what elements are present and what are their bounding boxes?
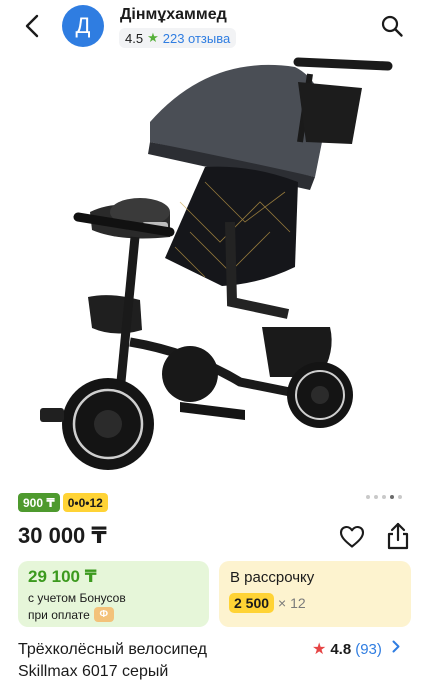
bonus-coin-icon: Ф [93,607,114,622]
bonus-price: 29 100 ₸ [28,567,97,586]
star-icon: ★ [147,30,159,45]
product-price: 30 000 ₸ [18,523,107,548]
bonus-price-card[interactable]: 29 100 ₸ с учетом Бонусов при оплате Ф [18,561,209,627]
gallery-dot[interactable] [374,495,378,499]
product-rating-link[interactable]: ★ 4.8 (93) [312,639,400,659]
favorite-button[interactable] [338,523,366,551]
installment-card[interactable]: В рассрочку 2 500 × 12 [219,561,411,627]
gallery-dot[interactable] [366,495,370,499]
search-icon [381,15,403,37]
installment-amount: 2 500 [229,593,275,613]
heart-icon [339,525,365,548]
seller-name[interactable]: Дінмұхаммед [120,6,227,24]
search-button[interactable] [378,12,406,40]
product-title-line2: Skillmax 6017 серый [18,663,169,680]
monthly-payment-badge: 900 ₸ [18,493,60,512]
star-icon: ★ [312,641,327,658]
seller-header: Д Дінмұхаммед 4.5 ★ 223 отзыва [0,0,430,52]
product-title: Трёхколёсный велосипед Skillmax 6017 сер… [18,639,298,683]
installment-badges: 900 ₸ 0•0•12 [18,493,108,512]
bonus-caption-2: при оплате Ф [28,607,114,622]
back-button[interactable] [18,12,46,40]
chevron-left-icon [25,14,39,38]
product-title-line1: Трёхколёсный велосипед [18,641,207,658]
chevron-right-icon [392,640,400,658]
installment-values: 2 500 × 12 [229,593,306,613]
gallery-dot[interactable] [398,495,402,499]
bonus-caption: с учетом Бонусов [28,591,126,605]
seller-reviews-link[interactable]: 223 отзыва [163,31,231,46]
product-image[interactable] [0,52,430,482]
installment-times: × 12 [278,595,306,611]
seller-rating-chip[interactable]: 4.5 ★ 223 отзыва [119,28,237,48]
product-rating-count: (93) [355,640,382,658]
bonus-caption-text: при оплате [28,607,90,622]
tricycle-stroller-image [40,57,393,470]
gallery-dot-active[interactable] [390,495,394,499]
gallery-dot[interactable] [382,495,386,499]
share-icon [387,522,409,550]
gallery-pagination [366,495,402,499]
share-button[interactable] [384,521,412,551]
installment-label: В рассрочку [230,569,315,586]
product-rating-value: 4.8 [330,640,352,658]
installment-plan-badge: 0•0•12 [62,493,108,512]
seller-rating-value: 4.5 [125,30,144,46]
seller-avatar[interactable]: Д [62,5,104,47]
